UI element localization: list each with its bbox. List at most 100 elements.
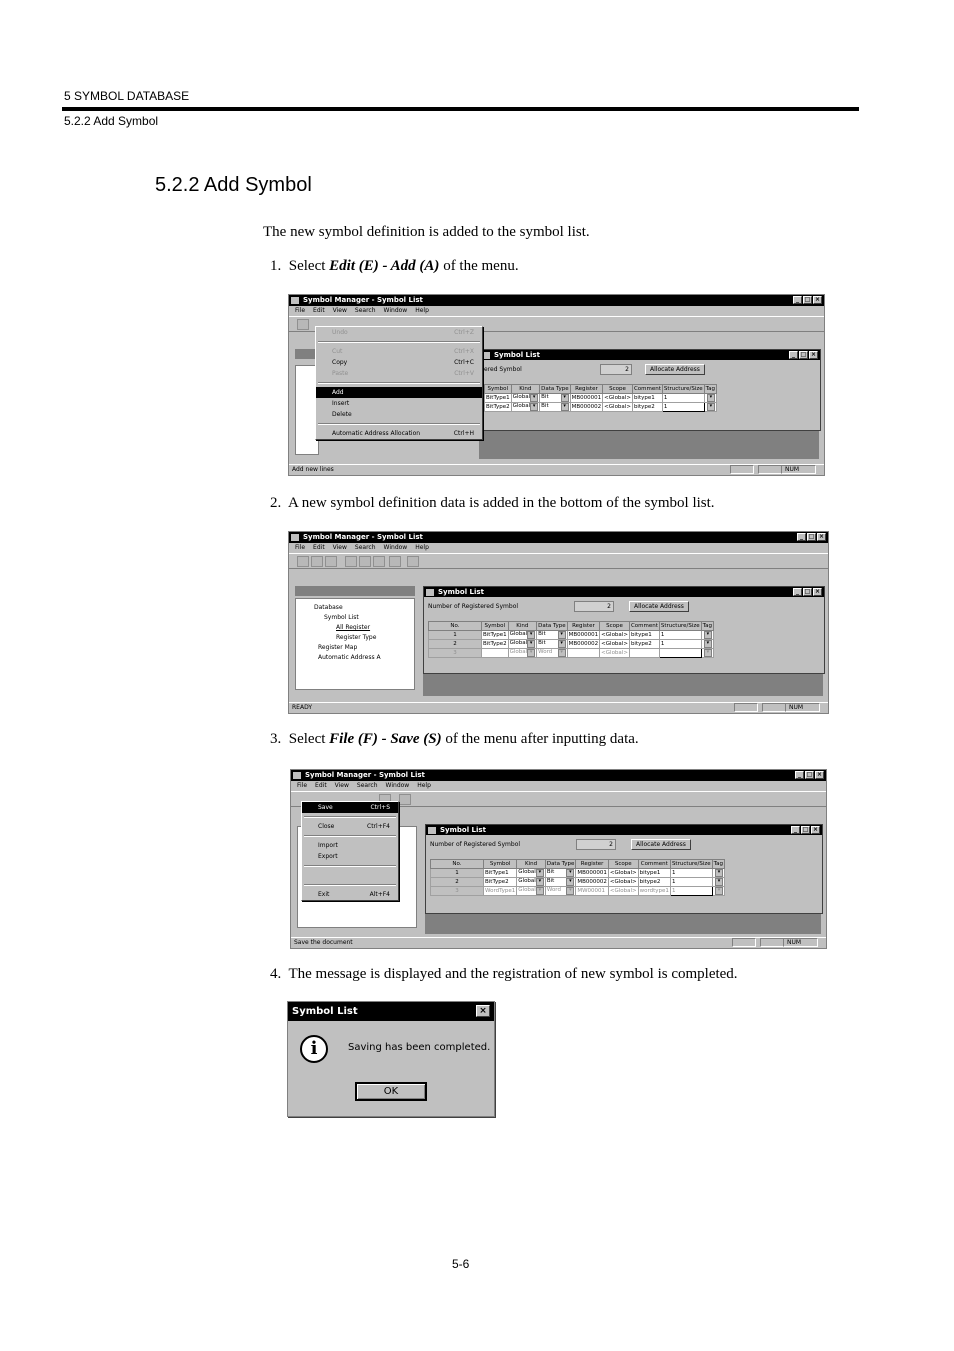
dropdown-icon[interactable]: ▾ — [566, 878, 575, 886]
dropdown-icon[interactable]: ▾ — [557, 640, 566, 648]
allocate-address-button[interactable]: Allocate Address — [631, 839, 691, 850]
paste-icon[interactable] — [373, 556, 385, 567]
table-row[interactable]: BitType2 Global ▾ Bit ▾ MB000002 <Global> bityp… — [484, 402, 717, 412]
print-icon[interactable] — [389, 556, 401, 567]
minimize-icon[interactable]: _ — [793, 296, 802, 304]
menu-item-delete[interactable]: Delete — [316, 409, 482, 420]
menu-window[interactable]: Window — [384, 543, 408, 553]
menu-item-paste[interactable]: Paste Ctrl+V — [316, 368, 482, 379]
dropdown-icon[interactable]: ▾ — [714, 878, 723, 886]
menu-item-export[interactable]: Export — [302, 851, 398, 862]
child-maximize-icon[interactable]: □ — [803, 588, 812, 596]
dropdown-icon[interactable]: ▾ — [703, 631, 712, 639]
child-minimize-icon[interactable]: _ — [793, 588, 802, 596]
child-close-icon[interactable]: × — [813, 588, 822, 596]
menu-help[interactable]: Help — [417, 781, 431, 791]
menu-item-add[interactable]: Add — [316, 387, 482, 398]
menu-view[interactable]: View — [333, 306, 347, 316]
tree-item-symbol-list[interactable]: Symbol List — [302, 613, 381, 623]
allocate-address-button[interactable]: Allocate Address — [645, 364, 705, 375]
new-icon[interactable] — [297, 319, 309, 330]
menu-item-insert[interactable]: Insert — [316, 398, 482, 409]
menu-window[interactable]: Window — [386, 781, 410, 791]
tree-item-database[interactable]: Database — [302, 603, 381, 613]
minimize-icon[interactable]: _ — [797, 533, 806, 541]
menu-file[interactable]: File — [297, 781, 307, 791]
maximize-icon[interactable]: □ — [803, 296, 812, 304]
table-row[interactable]: 3 Global ▾ Word ▾ <Global> ▾ — [428, 648, 714, 658]
dropdown-icon[interactable]: ▾ — [527, 640, 536, 648]
dropdown-icon[interactable]: ▾ — [706, 403, 715, 411]
dropdown-icon[interactable]: ▾ — [566, 887, 575, 895]
menu-item-recent[interactable] — [302, 870, 398, 881]
tree-item-auto-address[interactable]: Automatic Address A — [302, 653, 381, 663]
menu-item-undo[interactable]: Undo Ctrl+Z — [316, 327, 482, 338]
open-icon[interactable] — [311, 556, 323, 567]
dropdown-icon[interactable]: ▾ — [560, 394, 569, 402]
dropdown-icon[interactable]: ▾ — [557, 631, 566, 639]
menu-item-exit[interactable]: Exit Alt+F4 — [302, 889, 398, 900]
menu-view[interactable]: View — [335, 781, 349, 791]
menu-item-copy[interactable]: Copy Ctrl+C — [316, 357, 482, 368]
dropdown-icon[interactable]: ▾ — [557, 649, 566, 657]
dialog-close-icon[interactable]: × — [476, 1005, 490, 1017]
menu-window[interactable]: Window — [384, 306, 408, 316]
allocate-address-button[interactable]: Allocate Address — [629, 601, 689, 612]
maximize-icon[interactable]: □ — [807, 533, 816, 541]
maximize-icon[interactable]: □ — [805, 771, 814, 779]
menu-item-save[interactable]: Save Ctrl+S — [302, 802, 398, 813]
child-close-icon[interactable]: × — [809, 351, 818, 359]
dropdown-icon[interactable]: ▾ — [530, 403, 539, 411]
table-row[interactable]: 1 BitType1 Global ▾ Bit ▾ MB000001 <Global> bity… — [428, 630, 714, 640]
child-maximize-icon[interactable]: □ — [801, 826, 810, 834]
new-icon[interactable] — [297, 556, 309, 567]
table-row[interactable]: 2 BitType2 Global ▾ Bit ▾ MB000002 <Global> bity… — [428, 639, 714, 649]
dropdown-icon[interactable]: ▾ — [527, 631, 536, 639]
menu-search[interactable]: Search — [355, 543, 376, 553]
dropdown-icon[interactable]: ▾ — [535, 869, 544, 877]
tree-item-register-type[interactable]: Register Type — [302, 633, 381, 643]
menu-edit[interactable]: Edit — [313, 543, 325, 553]
tree-item-all-register[interactable]: All Register — [302, 623, 381, 633]
help-icon[interactable] — [407, 556, 419, 567]
dropdown-icon[interactable]: ▾ — [703, 649, 712, 657]
tree-item-register-map[interactable]: Register Map — [302, 643, 381, 653]
child-maximize-icon[interactable]: □ — [799, 351, 808, 359]
table-row[interactable]: BitType1 Global ▾ Bit ▾ MB000001 <Global> bityp… — [484, 393, 717, 403]
dropdown-icon[interactable]: ▾ — [535, 878, 544, 886]
dropdown-icon[interactable]: ▾ — [703, 640, 712, 648]
close-icon[interactable]: × — [815, 771, 824, 779]
dropdown-icon[interactable]: ▾ — [530, 394, 539, 402]
cut-icon[interactable] — [345, 556, 357, 567]
menu-item-auto-allocation[interactable]: Automatic Address Allocation Ctrl+H — [316, 428, 482, 439]
table-row[interactable]: 2 BitType2 Global ▾ Bit ▾ MB000002 <Global> bity… — [430, 877, 725, 887]
menu-item-import[interactable]: Import — [302, 840, 398, 851]
menu-file[interactable]: File — [295, 543, 305, 553]
child-minimize-icon[interactable]: _ — [791, 826, 800, 834]
close-icon[interactable]: × — [813, 296, 822, 304]
child-minimize-icon[interactable]: _ — [789, 351, 798, 359]
ok-button[interactable]: OK — [355, 1082, 427, 1101]
table-row[interactable]: 3 WordType1 Global ▾ Word ▾ MW00001 <Global> wor… — [430, 886, 725, 896]
help-icon[interactable] — [399, 794, 411, 805]
menu-edit[interactable]: Edit — [313, 306, 325, 316]
table-row[interactable]: 1 BitType1 Global ▾ Bit ▾ MB000001 <Global> bity… — [430, 868, 725, 878]
dropdown-icon[interactable]: ▾ — [560, 403, 569, 411]
menu-edit[interactable]: Edit — [315, 781, 327, 791]
dropdown-icon[interactable]: ▾ — [714, 887, 723, 895]
menu-search[interactable]: Search — [357, 781, 378, 791]
menu-item-cut[interactable]: Cut Ctrl+X — [316, 346, 482, 357]
dropdown-icon[interactable]: ▾ — [527, 649, 536, 657]
dropdown-icon[interactable]: ▾ — [706, 394, 715, 402]
save-icon[interactable] — [325, 556, 337, 567]
menu-view[interactable]: View — [333, 543, 347, 553]
dropdown-icon[interactable]: ▾ — [566, 869, 575, 877]
menu-help[interactable]: Help — [415, 306, 429, 316]
menu-item-close[interactable]: Close Ctrl+F4 — [302, 821, 398, 832]
dropdown-icon[interactable]: ▾ — [714, 869, 723, 877]
menu-file[interactable]: File — [295, 306, 305, 316]
menu-search[interactable]: Search — [355, 306, 376, 316]
child-close-icon[interactable]: × — [811, 826, 820, 834]
dropdown-icon[interactable]: ▾ — [535, 887, 544, 895]
close-icon[interactable]: × — [817, 533, 826, 541]
